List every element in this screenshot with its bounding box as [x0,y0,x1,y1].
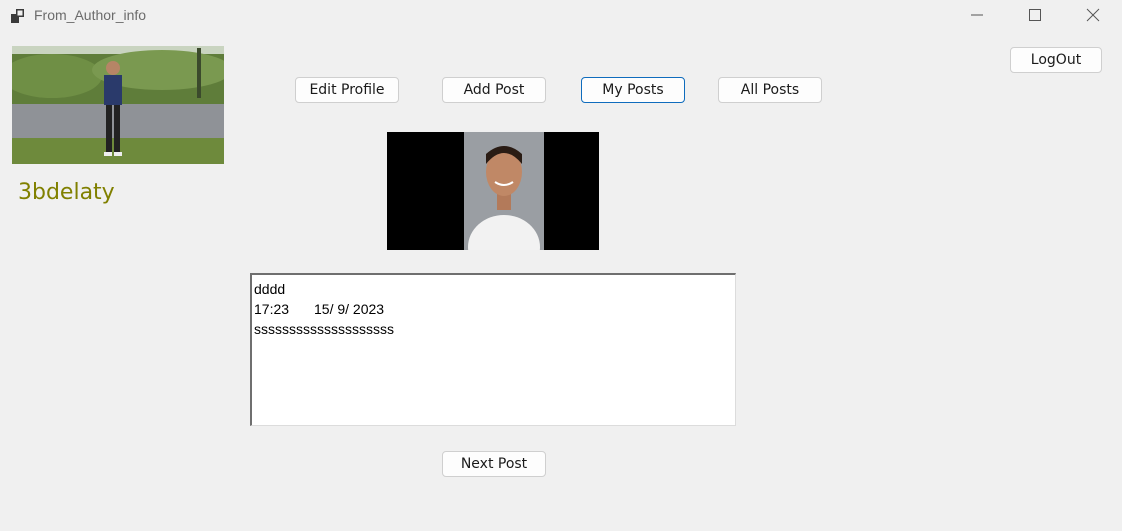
post-content-box[interactable]: dddd 17:23 15/ 9/ 2023 ssssssssssssssssss… [250,273,736,426]
post-photo [387,132,599,250]
next-post-button[interactable]: Next Post [442,451,546,477]
my-posts-button[interactable]: My Posts [581,77,685,103]
post-date: 15/ 9/ 2023 [314,301,385,317]
post-meta: 17:23 15/ 9/ 2023 [254,299,733,319]
close-button[interactable] [1064,0,1122,30]
maximize-button[interactable] [1006,0,1064,30]
post-time: 17:23 [254,301,290,317]
username-label: 3bdelaty [18,180,115,205]
minimize-icon [971,14,983,16]
close-icon [1086,8,1100,22]
all-posts-button[interactable]: All Posts [718,77,822,103]
add-post-button[interactable]: Add Post [442,77,546,103]
post-title: dddd [254,281,286,297]
logout-button[interactable]: LogOut [1010,47,1102,73]
window-title: From_Author_info [34,7,147,23]
app-window-icon [11,9,24,23]
post-body: ssssssssssssssssssss [254,321,394,337]
edit-profile-button[interactable]: Edit Profile [295,77,399,103]
maximize-icon [1029,9,1041,21]
title-bar: From_Author_info [0,0,1122,34]
minimize-button[interactable] [948,0,1006,30]
user-profile-photo [12,46,224,164]
